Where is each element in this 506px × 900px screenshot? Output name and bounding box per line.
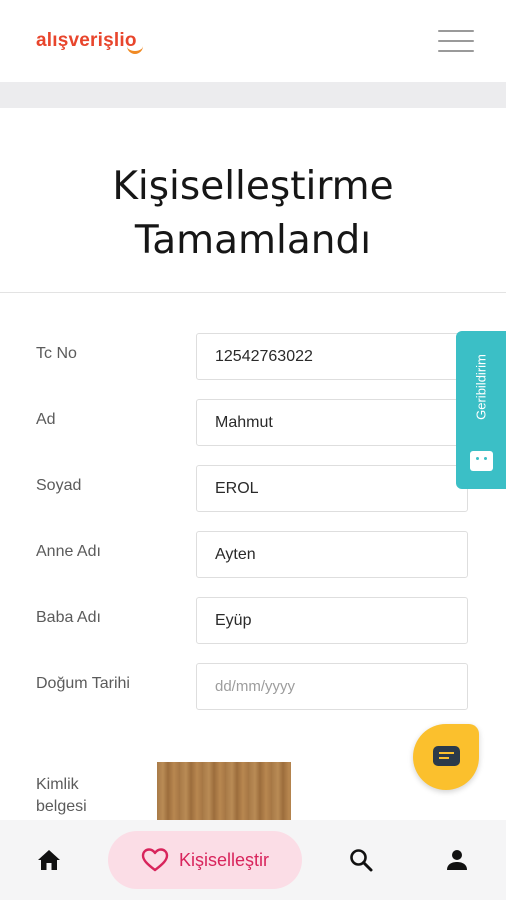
- logo-text: alışverişlio: [36, 30, 137, 51]
- nav-personalize-label: Kişiselleştir: [178, 849, 270, 870]
- kimlik-belgesi-label: Kimlik belgesi: [36, 776, 87, 815]
- form-row-soyad: Soyad: [0, 465, 506, 513]
- hamburger-menu-icon[interactable]: [438, 30, 474, 52]
- nav-search[interactable]: [332, 820, 390, 900]
- feedback-tab[interactable]: Geribildirim: [456, 331, 506, 489]
- form-row-anne-adi: Anne Adı: [0, 531, 506, 579]
- heart-icon: [141, 848, 169, 872]
- tc-no-label: Tc No: [36, 345, 77, 362]
- user-icon: [447, 850, 467, 870]
- search-icon: [350, 849, 373, 872]
- bottom-navigation: Kişiselleştir: [0, 820, 506, 900]
- page-title-line-1: Kişiselleştirme: [112, 164, 394, 209]
- header-separator-band: [0, 82, 506, 108]
- soyad-label: Soyad: [36, 477, 82, 494]
- baba-adi-label: Baba Adı: [36, 609, 101, 626]
- baba-adi-input[interactable]: [196, 597, 468, 644]
- nav-profile[interactable]: [428, 820, 486, 900]
- soyad-input[interactable]: [196, 465, 468, 512]
- chat-icon: [433, 746, 460, 766]
- tc-no-input[interactable]: [196, 333, 468, 380]
- page-title: Kişiselleştirme Tamamlandı: [0, 160, 506, 268]
- form-row-ad: Ad: [0, 399, 506, 447]
- ad-label: Ad: [36, 411, 56, 428]
- feedback-label: Geribildirim: [473, 354, 489, 420]
- form-row-baba-adi: Baba Adı: [0, 597, 506, 645]
- title-divider: [0, 292, 506, 293]
- dogum-tarihi-input[interactable]: [196, 663, 468, 710]
- dogum-tarihi-label: Doğum Tarihi: [36, 675, 130, 692]
- nav-home[interactable]: [20, 820, 78, 900]
- form-row-dogum-tarihi: Doğum Tarihi: [0, 663, 506, 711]
- app-header: alışverişlio: [0, 0, 506, 82]
- anne-adi-label: Anne Adı: [36, 543, 101, 560]
- nav-personalize-button[interactable]: Kişiselleştir: [108, 831, 302, 889]
- chat-button[interactable]: [413, 724, 479, 790]
- brand-logo[interactable]: alışverişlio: [36, 30, 143, 54]
- logo-swoosh: [126, 44, 143, 54]
- home-icon: [38, 850, 60, 870]
- ad-input[interactable]: [196, 399, 468, 446]
- anne-adi-input[interactable]: [196, 531, 468, 578]
- smile-icon: [470, 451, 493, 471]
- form-row-tc-no: Tc No: [0, 333, 506, 381]
- page-title-line-2: Tamamlandı: [134, 218, 372, 263]
- id-document-image[interactable]: [157, 762, 291, 822]
